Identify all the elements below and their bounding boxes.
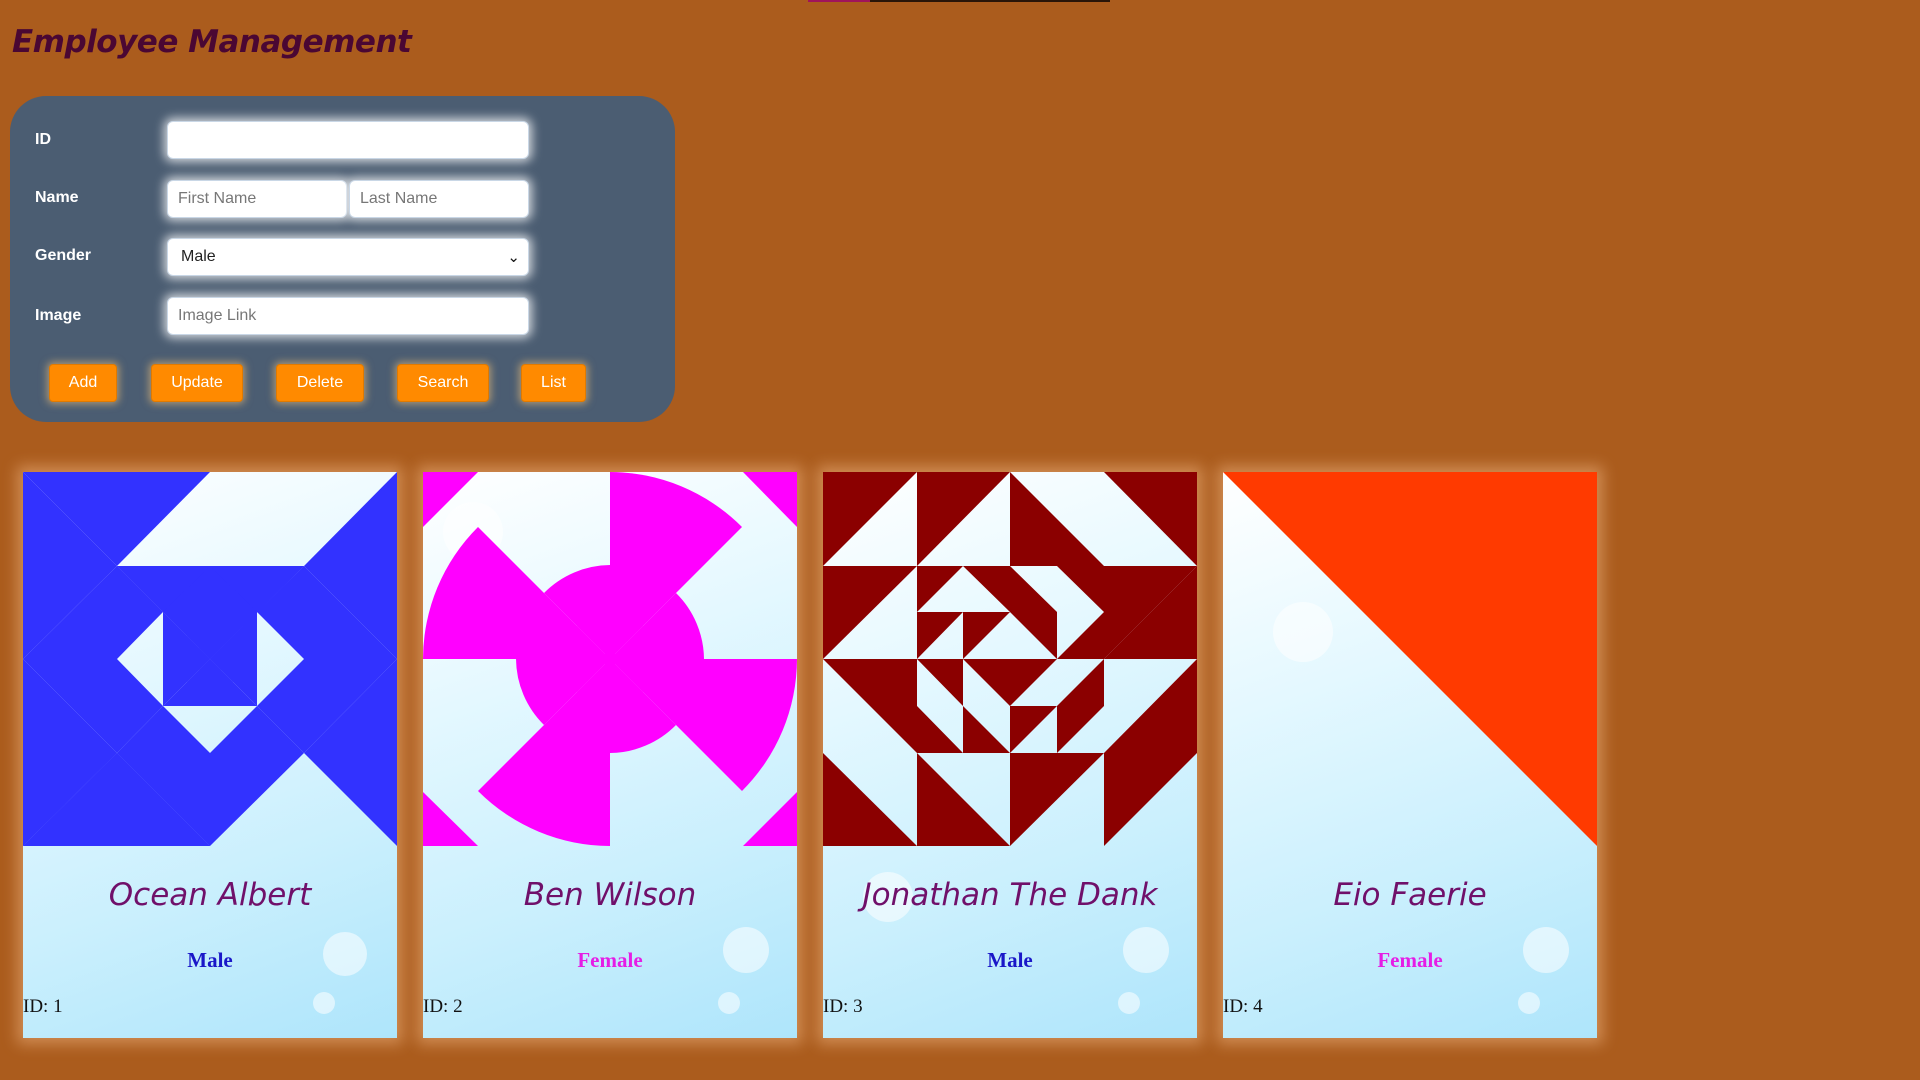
- last-name-input[interactable]: [349, 180, 529, 218]
- search-button[interactable]: Search: [397, 364, 489, 402]
- employee-card[interactable]: Eio Faerie Female ID: 4: [1223, 472, 1597, 1038]
- employee-gender: Male: [187, 948, 233, 972]
- employee-name: Eio Faerie: [1333, 877, 1487, 913]
- bokeh-decoration: [313, 992, 335, 1014]
- bokeh-decoration: [1118, 992, 1140, 1014]
- employee-id: ID: 4: [1223, 996, 1263, 1017]
- employee-card[interactable]: Ben Wilson Female ID: 2: [423, 472, 797, 1038]
- concentric-circle-pattern-icon: [423, 472, 797, 846]
- name-label: Name: [35, 189, 79, 206]
- id-input[interactable]: [167, 121, 529, 159]
- employee-name: Ben Wilson: [523, 877, 697, 913]
- id-label: ID: [35, 131, 51, 148]
- top-edge-accent: [808, 0, 870, 2]
- chevron-down-icon: ⌄: [507, 249, 520, 266]
- image-label: Image: [35, 307, 82, 324]
- gender-select-value: Male: [181, 248, 216, 265]
- employee-gender: Female: [577, 948, 643, 972]
- employee-name: Jonathan The Dank: [862, 877, 1158, 913]
- employee-id: ID: 1: [23, 996, 63, 1017]
- employee-form: ID Name Gender Male ⌄ Image Add Update D…: [10, 96, 675, 422]
- employee-id: ID: 3: [823, 996, 863, 1017]
- diagonal-triangle-pattern-icon: [1223, 472, 1597, 846]
- list-button[interactable]: List: [521, 364, 586, 402]
- first-name-input[interactable]: [167, 180, 347, 218]
- nested-diamond-pattern-icon: [23, 472, 397, 846]
- employee-name: Ocean Albert: [108, 877, 312, 913]
- bokeh-decoration: [718, 992, 740, 1014]
- update-button[interactable]: Update: [151, 364, 243, 402]
- top-edge-strip: [808, 0, 1110, 2]
- gender-label: Gender: [35, 247, 92, 264]
- image-link-input[interactable]: [167, 297, 529, 335]
- employee-card[interactable]: Jonathan The Dank Male ID: 3: [823, 472, 1197, 1038]
- employee-id: ID: 2: [423, 996, 463, 1017]
- employee-card[interactable]: Ocean Albert Male ID: 1: [23, 472, 397, 1038]
- add-button[interactable]: Add: [49, 364, 117, 402]
- delete-button[interactable]: Delete: [276, 364, 364, 402]
- triangle-pinwheel-pattern-icon: [823, 472, 1197, 846]
- bokeh-decoration: [1518, 992, 1540, 1014]
- page-title: Employee Management: [12, 24, 412, 60]
- employee-gender: Male: [987, 948, 1033, 972]
- gender-select[interactable]: Male ⌄: [167, 238, 529, 276]
- employee-gender: Female: [1377, 948, 1443, 972]
